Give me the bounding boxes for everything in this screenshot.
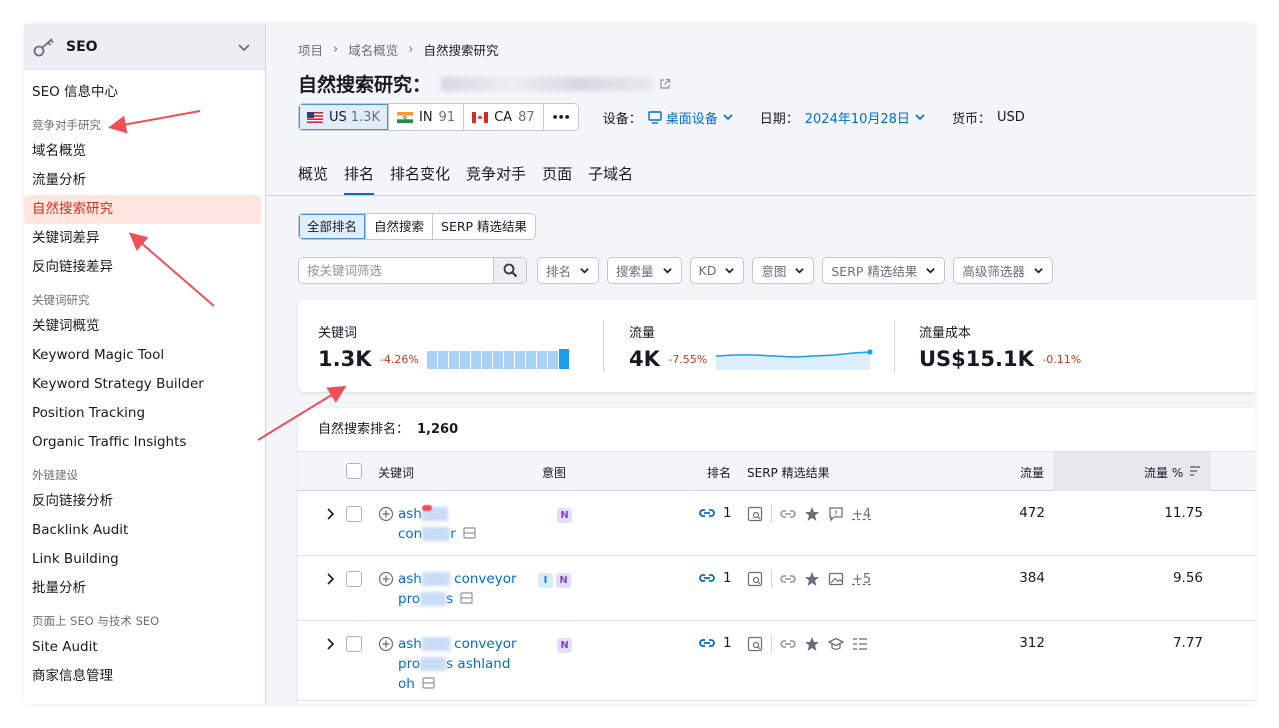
annotation-arrow: [128, 232, 215, 307]
annotation-arrows: [108, 110, 347, 441]
annotation-arrow: [257, 385, 347, 441]
annotation-arrow: [108, 110, 201, 134]
